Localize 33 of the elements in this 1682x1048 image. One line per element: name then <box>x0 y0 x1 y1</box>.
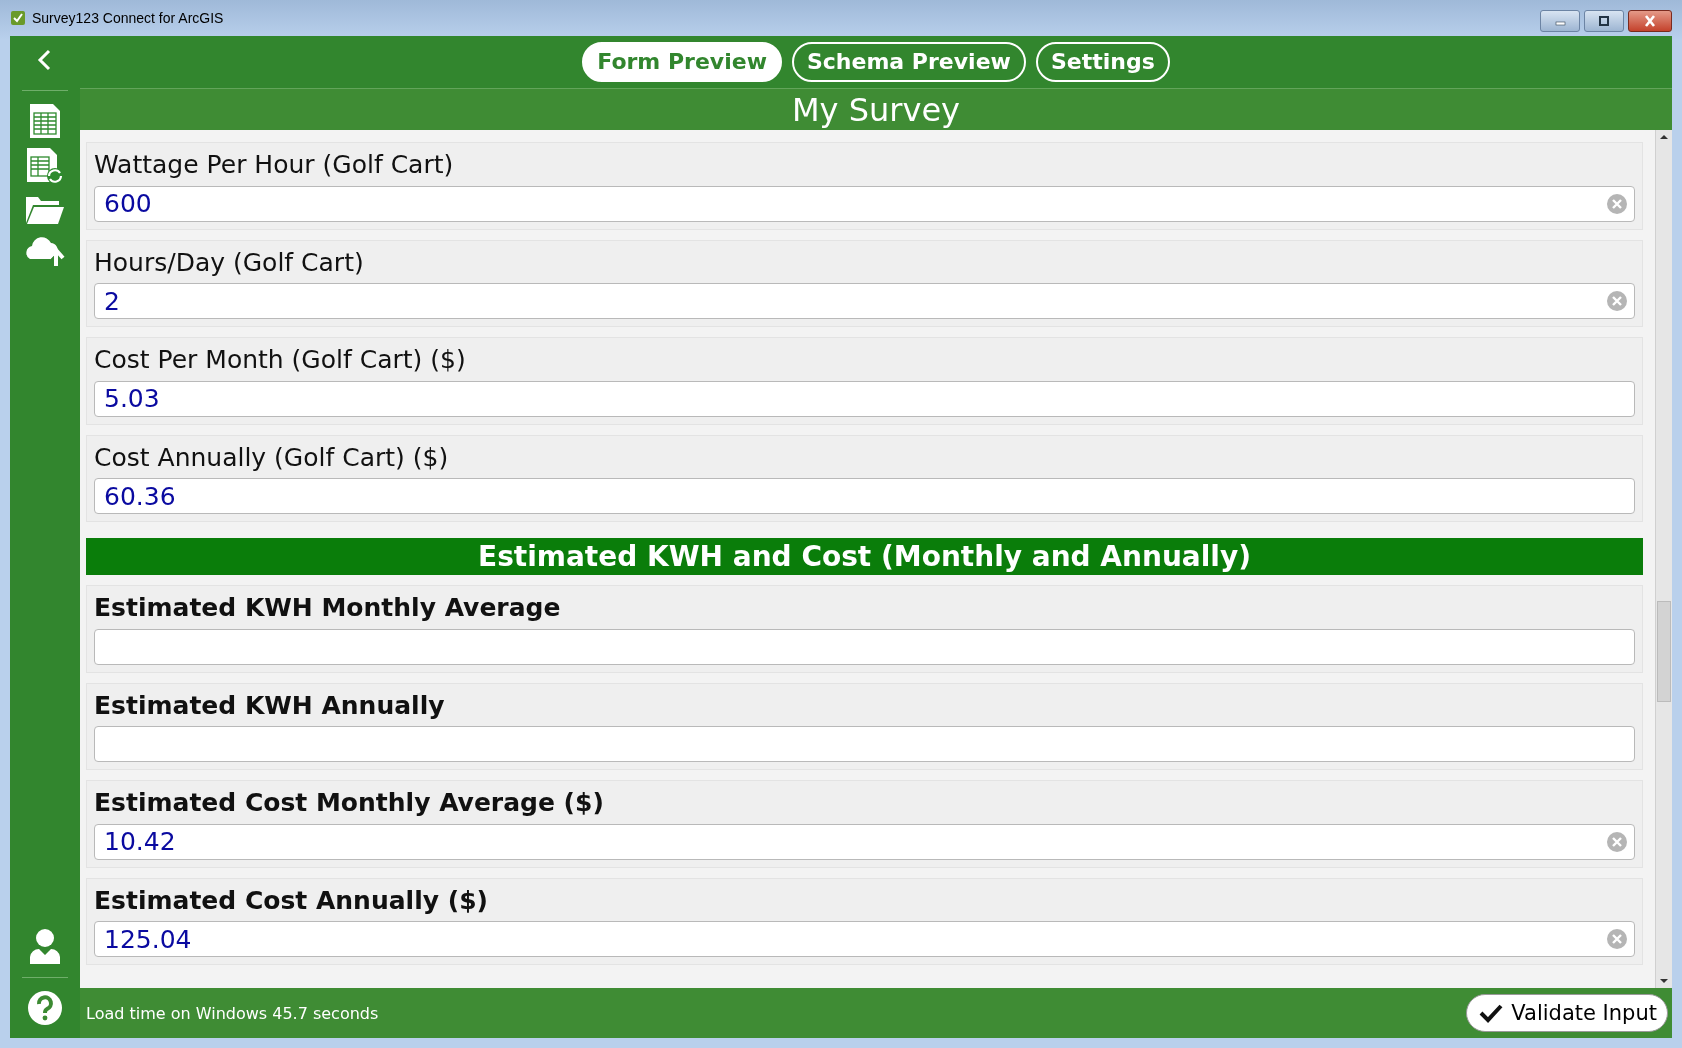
question-label: Estimated KWH Monthly Average <box>94 592 562 624</box>
spreadsheet-icon[interactable] <box>29 103 61 139</box>
input-field[interactable]: 600 <box>94 185 1635 222</box>
user-icon[interactable] <box>29 927 61 965</box>
status-text: Load time on Windows 45.7 seconds <box>86 1003 379 1023</box>
help-icon[interactable] <box>27 990 63 1026</box>
form-title: My Survey <box>792 90 960 129</box>
spreadsheet-refresh-icon[interactable] <box>26 147 64 185</box>
input-field[interactable] <box>94 628 1635 665</box>
close-button[interactable] <box>1628 10 1672 32</box>
input-field[interactable]: 5.03 <box>94 380 1635 417</box>
window-title: Survey123 Connect for ArcGIS <box>32 10 224 26</box>
tab[interactable]: Settings <box>1035 41 1170 83</box>
question-label: Cost Per Month (Golf Cart) ($) <box>94 344 467 376</box>
maximize-button[interactable] <box>1584 10 1624 32</box>
question-label: Hours/Day (Golf Cart) <box>94 246 365 279</box>
input-field[interactable]: 125.04 <box>94 921 1635 957</box>
input-field[interactable]: 60.36 <box>94 478 1635 514</box>
question-label: Estimated KWH Annually <box>94 689 446 722</box>
question-label: Estimated Cost Monthly Average ($) <box>94 787 605 819</box>
scroll-thumb[interactable] <box>1657 600 1671 703</box>
question-label: Cost Annually (Golf Cart) ($) <box>94 441 450 474</box>
question-label: Estimated Cost Annually ($) <box>94 884 489 917</box>
question-label: Wattage Per Hour (Golf Cart) <box>94 149 455 181</box>
input-field[interactable] <box>94 726 1635 762</box>
validate-button[interactable]: Validate Input <box>1466 994 1668 1032</box>
tab[interactable]: Schema Preview <box>791 41 1026 83</box>
section-header: Estimated KWH and Cost (Monthly and Annually) <box>86 538 1643 575</box>
app-icon <box>10 10 26 26</box>
tab[interactable]: Form Preview <box>582 41 782 83</box>
input-field[interactable]: 2 <box>94 283 1635 319</box>
check-icon <box>1479 1003 1504 1023</box>
input-field[interactable]: 10.42 <box>94 823 1635 860</box>
